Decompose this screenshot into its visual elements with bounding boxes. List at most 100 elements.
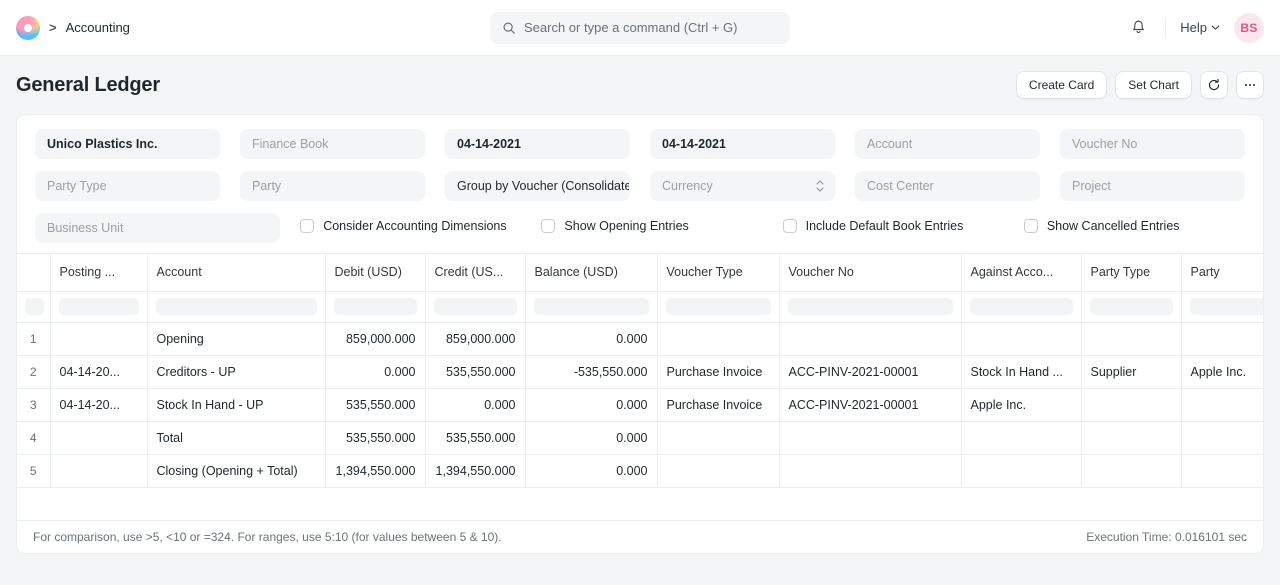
cell-voucher-type[interactable]: Purchase Invoice	[657, 355, 779, 388]
filter-cell-party-type[interactable]	[1081, 291, 1181, 322]
cell-against-account[interactable]: Stock In Hand ...	[961, 355, 1081, 388]
cell-voucher-type[interactable]	[657, 421, 779, 454]
cell-party-type[interactable]: Supplier	[1081, 355, 1181, 388]
cell-party-type[interactable]	[1081, 421, 1181, 454]
filter-cell-debit[interactable]	[325, 291, 425, 322]
filter-input[interactable]	[334, 298, 417, 315]
more-options-button[interactable]	[1236, 71, 1264, 99]
create-card-button[interactable]: Create Card	[1016, 71, 1107, 99]
filter-cell-credit[interactable]	[425, 291, 525, 322]
cell-posting-date[interactable]	[50, 421, 147, 454]
cell-against-account[interactable]	[961, 421, 1081, 454]
cell-debit[interactable]: 535,550.000	[325, 421, 425, 454]
cell-party-type[interactable]	[1081, 388, 1181, 421]
filter-input[interactable]	[25, 298, 44, 315]
checkbox-box[interactable]	[541, 219, 555, 233]
cell-credit[interactable]: 1,394,550.000	[425, 454, 525, 487]
cell-party[interactable]	[1181, 322, 1263, 355]
filter-input[interactable]	[788, 298, 953, 315]
refresh-button[interactable]	[1200, 71, 1228, 99]
cell-voucher-no[interactable]	[779, 322, 961, 355]
help-menu[interactable]: Help	[1180, 20, 1220, 35]
cell-posting-date[interactable]: 04-14-20...	[50, 355, 147, 388]
filter-input[interactable]	[59, 298, 139, 315]
cell-credit[interactable]: 535,550.000	[425, 355, 525, 388]
finance-book-field[interactable]: Finance Book	[240, 129, 425, 159]
column-header-balance[interactable]: Balance (USD)	[525, 254, 657, 291]
cell-voucher-no[interactable]	[779, 454, 961, 487]
column-header-voucher-no[interactable]: Voucher No	[779, 254, 961, 291]
business-unit-field[interactable]: Business Unit	[35, 213, 280, 243]
checkbox-box[interactable]	[300, 219, 314, 233]
cell-credit[interactable]: 0.000	[425, 388, 525, 421]
global-search[interactable]: Search or type a command (Ctrl + G)	[490, 12, 790, 44]
table-row[interactable]: 2 04-14-20... Creditors - UP 0.000 535,5…	[17, 355, 1263, 388]
checkbox-box[interactable]	[1024, 219, 1038, 233]
filter-cell-checkbox[interactable]	[17, 291, 50, 322]
project-field[interactable]: Project	[1060, 171, 1245, 201]
cell-voucher-no[interactable]: ACC-PINV-2021-00001	[779, 355, 961, 388]
cell-against-account[interactable]	[961, 322, 1081, 355]
column-header-credit[interactable]: Credit (US...	[425, 254, 525, 291]
column-header-posting-date[interactable]: Posting ...	[50, 254, 147, 291]
filter-input[interactable]	[1190, 298, 1264, 315]
column-header-party[interactable]: Party	[1181, 254, 1263, 291]
column-header-account[interactable]: Account	[147, 254, 325, 291]
table-row[interactable]: 5 Closing (Opening + Total) 1,394,550.00…	[17, 454, 1263, 487]
cell-balance[interactable]: 0.000	[525, 322, 657, 355]
cell-account[interactable]: Total	[147, 421, 325, 454]
column-header-debit[interactable]: Debit (USD)	[325, 254, 425, 291]
notifications-button[interactable]	[1125, 15, 1151, 41]
cell-party-type[interactable]	[1081, 454, 1181, 487]
cell-account[interactable]: Closing (Opening + Total)	[147, 454, 325, 487]
column-header-voucher-type[interactable]: Voucher Type	[657, 254, 779, 291]
group-by-field[interactable]: Group by Voucher (Consolidated)	[445, 171, 630, 201]
filter-cell-voucher-type[interactable]	[657, 291, 779, 322]
filter-cell-party[interactable]	[1181, 291, 1263, 322]
consider-accounting-dimensions-checkbox[interactable]: Consider Accounting Dimensions	[300, 213, 521, 235]
cell-against-account[interactable]: Apple Inc.	[961, 388, 1081, 421]
cell-credit[interactable]: 535,550.000	[425, 421, 525, 454]
app-logo-icon[interactable]	[16, 16, 40, 40]
breadcrumb-item-accounting[interactable]: Accounting	[66, 20, 130, 35]
cell-balance[interactable]: -535,550.000	[525, 355, 657, 388]
account-field[interactable]: Account	[855, 129, 1040, 159]
cell-balance[interactable]: 0.000	[525, 421, 657, 454]
search-input[interactable]: Search or type a command (Ctrl + G)	[490, 12, 790, 44]
filter-input[interactable]	[970, 298, 1073, 315]
company-field[interactable]: Unico Plastics Inc.	[35, 129, 220, 159]
cost-center-field[interactable]: Cost Center	[855, 171, 1040, 201]
cell-voucher-no[interactable]: ACC-PINV-2021-00001	[779, 388, 961, 421]
filter-cell-account[interactable]	[147, 291, 325, 322]
party-field[interactable]: Party	[240, 171, 425, 201]
filter-cell-voucher-no[interactable]	[779, 291, 961, 322]
table-row[interactable]: 4 Total 535,550.000 535,550.000 0.000	[17, 421, 1263, 454]
filter-input[interactable]	[1090, 298, 1173, 315]
avatar[interactable]: BS	[1234, 13, 1264, 43]
cell-posting-date[interactable]: 04-14-20...	[50, 388, 147, 421]
cell-balance[interactable]: 0.000	[525, 454, 657, 487]
cell-posting-date[interactable]	[50, 454, 147, 487]
filter-input[interactable]	[534, 298, 649, 315]
cell-against-account[interactable]	[961, 454, 1081, 487]
cell-debit[interactable]: 859,000.000	[325, 322, 425, 355]
cell-party-type[interactable]	[1081, 322, 1181, 355]
checkbox-box[interactable]	[783, 219, 797, 233]
cell-account[interactable]: Opening	[147, 322, 325, 355]
filter-input[interactable]	[666, 298, 771, 315]
cell-voucher-no[interactable]	[779, 421, 961, 454]
from-date-field[interactable]: 04-14-2021	[445, 129, 630, 159]
table-row[interactable]: 3 04-14-20... Stock In Hand - UP 535,550…	[17, 388, 1263, 421]
cell-party[interactable]	[1181, 388, 1263, 421]
cell-posting-date[interactable]	[50, 322, 147, 355]
filter-cell-posting-date[interactable]	[50, 291, 147, 322]
cell-party[interactable]	[1181, 421, 1263, 454]
currency-field[interactable]: Currency	[650, 171, 835, 201]
cell-debit[interactable]: 1,394,550.000	[325, 454, 425, 487]
filter-input[interactable]	[156, 298, 317, 315]
cell-credit[interactable]: 859,000.000	[425, 322, 525, 355]
set-chart-button[interactable]: Set Chart	[1115, 71, 1192, 99]
filter-input[interactable]	[434, 298, 517, 315]
cell-voucher-type[interactable]	[657, 322, 779, 355]
cell-party[interactable]: Apple Inc.	[1181, 355, 1263, 388]
